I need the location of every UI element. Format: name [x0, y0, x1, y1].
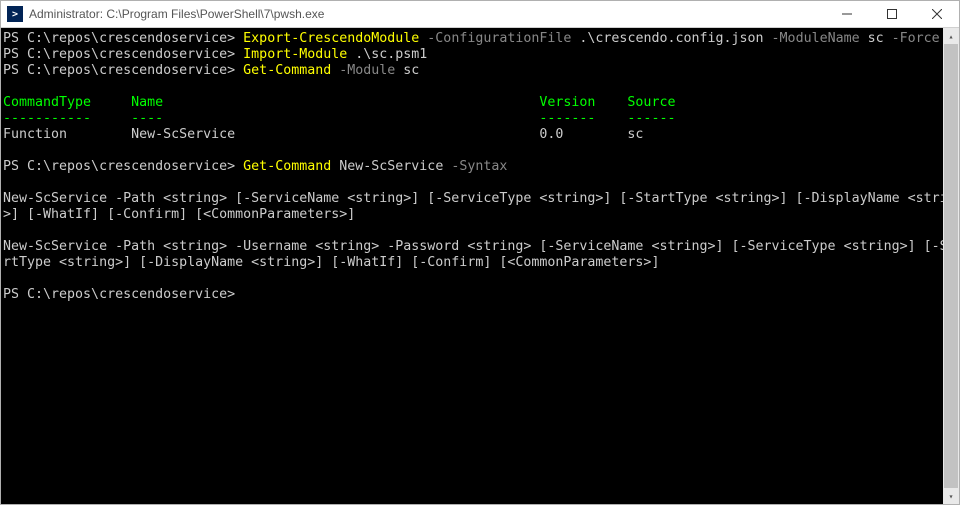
- terminal-segment: PS C:\repos\crescendoservice>: [3, 47, 243, 62]
- terminal-segment: >] [-WhatIf] [-Confirm] [<CommonParamete…: [3, 207, 355, 222]
- terminal-line: PS C:\repos\crescendoservice> Get-Comman…: [3, 159, 943, 175]
- terminal-segment: ----------- ---- ------- ------: [3, 111, 675, 126]
- terminal-segment: -ModuleName: [772, 31, 868, 46]
- terminal-segment: Function New-ScService 0.0 sc: [3, 127, 643, 142]
- terminal-segment: [3, 79, 11, 94]
- terminal-line: rtType <string>] [-DisplayName <string>]…: [3, 255, 943, 271]
- terminal-segment: -Force: [892, 31, 940, 46]
- terminal-segment: New-ScService: [339, 159, 451, 174]
- terminal-segment: PS C:\repos\crescendoservice>: [3, 63, 243, 78]
- terminal-area: PS C:\repos\crescendoservice> Export-Cre…: [1, 28, 959, 504]
- terminal-content[interactable]: PS C:\repos\crescendoservice> Export-Cre…: [1, 28, 943, 504]
- terminal-segment: .\sc.psm1: [355, 47, 427, 62]
- terminal-segment: Export-CrescendoModule: [243, 31, 427, 46]
- terminal-line: ----------- ---- ------- ------: [3, 111, 943, 127]
- terminal-line: [3, 271, 943, 287]
- terminal-segment: [3, 143, 11, 158]
- terminal-line: Function New-ScService 0.0 sc: [3, 127, 943, 143]
- terminal-line: [3, 223, 943, 239]
- terminal-segment: .\crescendo.config.json: [579, 31, 771, 46]
- terminal-segment: sc: [403, 63, 419, 78]
- terminal-segment: sc: [868, 31, 892, 46]
- close-button[interactable]: [914, 1, 959, 27]
- terminal-segment: Get-Command: [243, 63, 339, 78]
- terminal-line: PS C:\repos\crescendoservice> Export-Cre…: [3, 31, 943, 47]
- scroll-thumb[interactable]: [944, 44, 958, 488]
- scrollbar[interactable]: ▴ ▾: [943, 28, 959, 504]
- terminal-segment: [3, 175, 11, 190]
- terminal-line: PS C:\repos\crescendoservice> Import-Mod…: [3, 47, 943, 63]
- terminal-line: [3, 143, 943, 159]
- terminal-line: >] [-WhatIf] [-Confirm] [<CommonParamete…: [3, 207, 943, 223]
- terminal-line: CommandType Name Version Source: [3, 95, 943, 111]
- terminal-line: PS C:\repos\crescendoservice>: [3, 287, 943, 303]
- terminal-segment: rtType <string>] [-DisplayName <string>]…: [3, 255, 659, 270]
- terminal-segment: PS C:\repos\crescendoservice>: [3, 287, 235, 302]
- terminal-segment: Get-Command: [243, 159, 339, 174]
- terminal-segment: -Syntax: [451, 159, 507, 174]
- scroll-down-button[interactable]: ▾: [943, 488, 959, 504]
- window-controls: [824, 1, 959, 27]
- terminal-segment: [3, 223, 11, 238]
- terminal-segment: PS C:\repos\crescendoservice>: [3, 159, 243, 174]
- terminal-line: [3, 79, 943, 95]
- terminal-line: New-ScService -Path <string> [-ServiceNa…: [3, 191, 943, 207]
- powershell-window: Administrator: C:\Program Files\PowerShe…: [0, 0, 960, 505]
- terminal-segment: New-ScService -Path <string> [-ServiceNa…: [3, 191, 943, 206]
- terminal-segment: CommandType Name Version Source: [3, 95, 675, 110]
- terminal-line: New-ScService -Path <string> -Username <…: [3, 239, 943, 255]
- terminal-segment: PS C:\repos\crescendoservice>: [3, 31, 243, 46]
- terminal-segment: New-ScService -Path <string> -Username <…: [3, 239, 943, 254]
- terminal-line: [3, 175, 943, 191]
- terminal-segment: [3, 271, 11, 286]
- terminal-segment: Import-Module: [243, 47, 355, 62]
- terminal-segment: -Module: [339, 63, 403, 78]
- terminal-line: PS C:\repos\crescendoservice> Get-Comman…: [3, 63, 943, 79]
- titlebar[interactable]: Administrator: C:\Program Files\PowerShe…: [1, 1, 959, 28]
- window-title: Administrator: C:\Program Files\PowerShe…: [29, 7, 824, 21]
- minimize-button[interactable]: [824, 1, 869, 27]
- terminal-segment: -ConfigurationFile: [427, 31, 579, 46]
- scroll-up-button[interactable]: ▴: [943, 28, 959, 44]
- powershell-icon: [7, 6, 23, 22]
- maximize-button[interactable]: [869, 1, 914, 27]
